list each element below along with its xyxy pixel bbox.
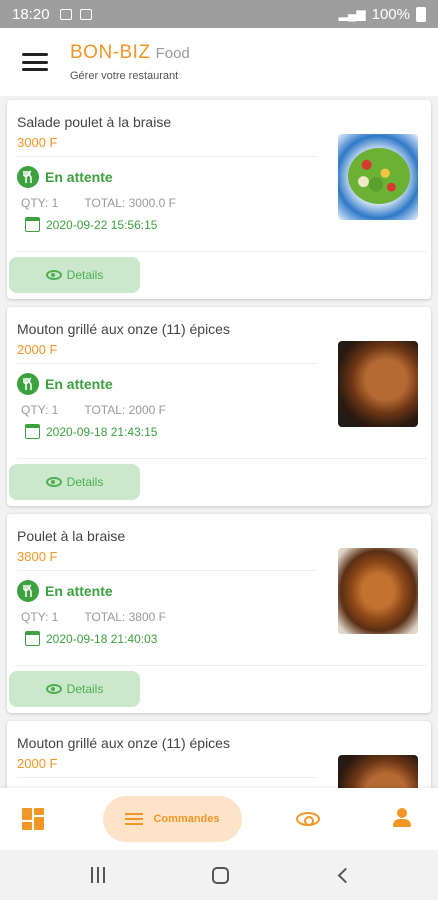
brand-name: BON-BIZ xyxy=(70,42,151,63)
order-total: TOTAL: 3000.0 F xyxy=(84,196,176,210)
order-title: Mouton grillé aux onze (11) épices xyxy=(17,321,230,337)
order-price: 3000 F xyxy=(17,135,58,150)
calendar-icon xyxy=(25,217,40,232)
order-price: 3800 F xyxy=(17,549,58,564)
home-button[interactable] xyxy=(190,850,250,900)
order-date-row: 2020-09-18 21:43:15 xyxy=(25,424,157,439)
menu-button[interactable] xyxy=(0,28,70,96)
food-image xyxy=(338,755,418,788)
order-date: 2020-09-18 21:40:03 xyxy=(46,631,158,646)
order-title: Poulet à la braise xyxy=(17,528,126,544)
eye-icon xyxy=(296,812,320,826)
back-icon xyxy=(337,867,353,883)
restaurant-icon xyxy=(17,373,39,395)
order-date: 2020-09-22 15:56:15 xyxy=(46,217,158,232)
battery-icon xyxy=(416,6,426,22)
order-qty: QTY: 1 xyxy=(21,196,59,210)
order-quantity-row: QTY: 1 TOTAL: 2000 F xyxy=(21,403,166,417)
status-label: En attente xyxy=(45,169,113,185)
brand-tagline: Gérer votre restaurant xyxy=(70,70,179,82)
user-icon xyxy=(390,806,414,830)
order-date-row: 2020-09-18 21:40:03 xyxy=(25,631,157,646)
order-qty: QTY: 1 xyxy=(21,403,59,417)
orders-list[interactable]: Salade poulet à la braise 3000 F En atte… xyxy=(0,96,438,788)
order-date: 2020-09-18 21:43:15 xyxy=(46,424,158,439)
food-image xyxy=(338,341,418,427)
order-status: En attente xyxy=(17,580,113,602)
brand: BON-BIZ Food Gérer votre restaurant xyxy=(70,42,190,82)
details-button[interactable]: Details xyxy=(9,464,140,500)
order-total: TOTAL: 2000 F xyxy=(84,403,166,417)
nav-commandes[interactable]: Commandes xyxy=(103,796,242,842)
details-label: Details xyxy=(66,268,104,282)
status-label: En attente xyxy=(45,583,113,599)
notification-icon xyxy=(79,8,92,20)
details-label: Details xyxy=(66,682,104,696)
nav-commandes-label: Commandes xyxy=(153,813,220,825)
order-card: Mouton grillé aux onze (11) épices 2000 … xyxy=(7,721,431,788)
recents-icon xyxy=(91,867,93,883)
order-price: 2000 F xyxy=(17,342,58,357)
notification-icons xyxy=(59,8,92,20)
status-bar: 18:20 ▂▄▆ 100% xyxy=(0,0,438,28)
back-button[interactable] xyxy=(312,850,372,900)
divider xyxy=(17,570,317,571)
divider xyxy=(17,156,317,157)
eye-icon xyxy=(45,684,62,694)
signal-icon: ▂▄▆ xyxy=(338,7,366,21)
calendar-icon xyxy=(25,424,40,439)
order-card: Salade poulet à la braise 3000 F En atte… xyxy=(7,100,431,299)
list-icon xyxy=(125,813,144,825)
order-status: En attente xyxy=(17,373,113,395)
food-image xyxy=(338,134,418,220)
eye-icon xyxy=(45,270,62,280)
divider xyxy=(17,458,427,459)
divider xyxy=(17,251,427,252)
details-label: Details xyxy=(66,475,104,489)
details-button[interactable]: Details xyxy=(9,671,140,707)
order-title: Mouton grillé aux onze (11) épices xyxy=(17,735,230,751)
divider xyxy=(17,363,317,364)
divider xyxy=(17,665,427,666)
battery-label: 100% xyxy=(371,5,410,23)
order-quantity-row: QTY: 1 TOTAL: 3000.0 F xyxy=(21,196,176,210)
image-notification-icon xyxy=(59,8,72,20)
recents-button[interactable] xyxy=(68,850,128,900)
hamburger-icon xyxy=(22,53,48,71)
bottom-nav: Commandes xyxy=(0,788,438,850)
home-icon xyxy=(211,866,229,884)
brand-suffix: Food xyxy=(155,45,190,62)
order-total: TOTAL: 3800 F xyxy=(84,610,166,624)
calendar-icon xyxy=(25,631,40,646)
order-title: Salade poulet à la braise xyxy=(17,114,172,130)
order-status: En attente xyxy=(17,166,113,188)
status-time: 18:20 xyxy=(12,5,50,23)
restaurant-icon xyxy=(17,580,39,602)
details-button[interactable]: Details xyxy=(9,257,140,293)
eye-icon xyxy=(45,477,62,487)
nav-view[interactable] xyxy=(295,810,321,828)
dashboard-icon xyxy=(22,808,46,830)
restaurant-icon xyxy=(17,166,39,188)
order-quantity-row: QTY: 1 TOTAL: 3800 F xyxy=(21,610,166,624)
system-nav-bar xyxy=(0,850,438,900)
nav-dashboard[interactable] xyxy=(22,808,46,830)
food-image xyxy=(338,548,418,634)
order-card: Mouton grillé aux onze (11) épices 2000 … xyxy=(7,307,431,506)
order-price: 2000 F xyxy=(17,756,58,771)
order-qty: QTY: 1 xyxy=(21,610,59,624)
status-right: ▂▄▆ 100% xyxy=(339,6,426,23)
status-label: En attente xyxy=(45,376,113,392)
order-date-row: 2020-09-22 15:56:15 xyxy=(25,217,157,232)
order-card: Poulet à la braise 3800 F En attente QTY… xyxy=(7,514,431,713)
nav-profile[interactable] xyxy=(390,806,414,830)
divider xyxy=(17,777,317,778)
app-bar: BON-BIZ Food Gérer votre restaurant xyxy=(0,28,438,96)
